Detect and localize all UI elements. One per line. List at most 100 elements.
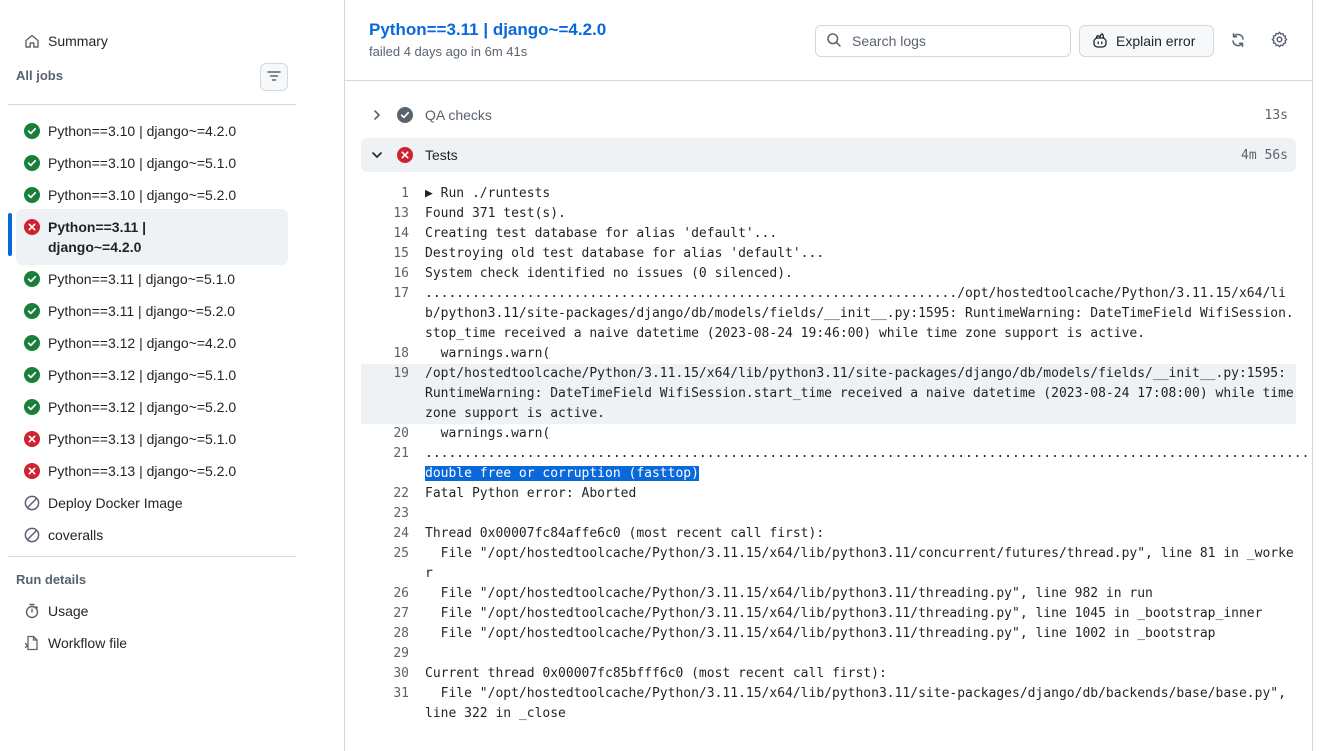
refresh-icon (1230, 32, 1246, 51)
line-number[interactable]: 30 (361, 664, 409, 684)
line-number[interactable]: 20 (361, 424, 409, 444)
check-circle-icon (24, 123, 40, 139)
check-circle-icon (397, 107, 413, 123)
job-item[interactable]: Python==3.13 | django~=5.2.0 (16, 453, 288, 489)
job-item[interactable]: coveralls (16, 517, 288, 553)
job-label: Python==3.12 | django~=5.2.0 (48, 399, 237, 415)
line-number[interactable]: 28 (361, 624, 409, 644)
job-item[interactable]: Python==3.10 | django~=5.2.0 (16, 177, 288, 213)
log-line: 27 File "/opt/hostedtoolcache/Python/3.1… (361, 604, 1296, 624)
line-number[interactable]: 21 (361, 444, 409, 484)
page-title[interactable]: Python==3.11 | django~=4.2.0 (369, 20, 606, 40)
log-panel: QA checks 13s Tests 4m 56s 1 ▶ Run ./runt… (345, 81, 1313, 751)
step-duration: 4m 56s (1241, 147, 1288, 163)
x-circle-icon (397, 147, 413, 163)
check-circle-icon (24, 303, 40, 319)
x-circle-icon (24, 431, 40, 447)
gear-icon (1271, 31, 1288, 51)
sidebar-item-summary[interactable]: Summary (16, 25, 288, 57)
line-number[interactable]: 24 (361, 524, 409, 544)
step-label: QA checks (425, 107, 492, 123)
line-number[interactable]: 17 (361, 284, 409, 344)
job-status-text: failed 4 days ago in 6m 41s (369, 44, 528, 59)
log-text: Current thread 0x00007fc85bfff6c0 (most … (409, 664, 1296, 684)
log-text-content: File "/opt/hostedtoolcache/Python/3.11.1… (425, 686, 1294, 721)
step-tests[interactable]: Tests 4m 56s (361, 138, 1296, 172)
line-number[interactable]: 14 (361, 224, 409, 244)
line-number[interactable]: 23 (361, 504, 409, 524)
log-line: 29 (361, 644, 1296, 664)
log-text: /opt/hostedtoolcache/Python/3.11.15/x64/… (409, 364, 1296, 424)
run-details-heading: Run details (16, 572, 87, 587)
job-label: coveralls (48, 527, 104, 543)
chevron-right-icon (369, 109, 385, 121)
log-line: 13 Found 371 test(s). (361, 204, 1296, 224)
line-number[interactable]: 22 (361, 484, 409, 504)
sidebar-item-workflow-file[interactable]: Workflow file (16, 627, 288, 659)
job-label: Python==3.10 | django~=4.2.0 (48, 123, 237, 139)
job-item[interactable]: Python==3.11 | django~=4.2.0 (16, 209, 288, 265)
line-number[interactable]: 1 (361, 184, 409, 204)
selected-text: double free or corruption (fasttop) (425, 466, 699, 481)
log-text-content: Fatal Python error: Aborted (425, 486, 637, 501)
explain-error-button[interactable]: Explain error (1079, 25, 1214, 57)
log-text-content: warnings.warn( (425, 346, 551, 361)
search-logs-input[interactable] (852, 33, 1052, 49)
log-text-content: ▶ Run ./runtests (425, 186, 551, 201)
sidebar-item-label: Summary (48, 33, 108, 49)
line-number[interactable]: 13 (361, 204, 409, 224)
job-label: Python==3.10 | django~=5.1.0 (48, 155, 237, 171)
job-item[interactable]: Python==3.13 | django~=5.1.0 (16, 421, 288, 457)
check-circle-icon (24, 335, 40, 351)
log-line: 28 File "/opt/hostedtoolcache/Python/3.1… (361, 624, 1296, 644)
sidebar-item-label: Workflow file (48, 635, 128, 651)
x-circle-icon (24, 463, 40, 479)
job-item[interactable]: Python==3.11 | django~=5.2.0 (16, 293, 288, 329)
job-label: Python==3.12 | django~=4.2.0 (48, 335, 237, 351)
line-number[interactable]: 29 (361, 644, 409, 664)
log-line: 25 File "/opt/hostedtoolcache/Python/3.1… (361, 544, 1296, 584)
job-header: Python==3.11 | django~=4.2.0 failed 4 da… (345, 0, 1313, 81)
step-qa-checks[interactable]: QA checks 13s (361, 98, 1296, 132)
line-number[interactable]: 26 (361, 584, 409, 604)
job-label: Python==3.13 | django~=5.1.0 (48, 431, 237, 447)
x-circle-icon (24, 219, 40, 235)
settings-button[interactable] (1267, 29, 1291, 53)
line-number[interactable]: 19 (361, 364, 409, 424)
job-item[interactable]: Python==3.12 | django~=5.1.0 (16, 357, 288, 393)
refresh-button[interactable] (1226, 29, 1250, 53)
job-item[interactable]: Deploy Docker Image (16, 485, 288, 521)
job-item[interactable]: Python==3.12 | django~=4.2.0 (16, 325, 288, 361)
log-text: warnings.warn( (409, 344, 1296, 364)
log-text-content: ........................................… (425, 286, 1294, 341)
job-label: Python==3.11 | django~=5.1.0 (48, 271, 236, 287)
job-item[interactable]: Python==3.12 | django~=5.2.0 (16, 389, 288, 425)
line-number[interactable]: 25 (361, 544, 409, 584)
line-number[interactable]: 31 (361, 684, 409, 724)
job-item[interactable]: Python==3.11 | django~=5.1.0 (16, 261, 288, 297)
jobs-sidebar: Summary All jobs Python==3.10 | django~=… (0, 0, 345, 751)
log-text: File "/opt/hostedtoolcache/Python/3.11.1… (409, 684, 1296, 724)
job-label: Deploy Docker Image (48, 495, 183, 511)
log-text: ▶ Run ./runtests (409, 184, 1296, 204)
log-text-content: File "/opt/hostedtoolcache/Python/3.11.1… (425, 546, 1294, 581)
line-number[interactable]: 16 (361, 264, 409, 284)
line-number[interactable]: 18 (361, 344, 409, 364)
log-line: 18 warnings.warn( (361, 344, 1296, 364)
log-text: ........................................… (409, 284, 1296, 344)
job-item[interactable]: Python==3.10 | django~=5.1.0 (16, 145, 288, 181)
log-line: 14 Creating test database for alias 'defa… (361, 224, 1296, 244)
stopwatch-icon (24, 603, 40, 619)
divider (1312, 0, 1313, 751)
line-number[interactable]: 15 (361, 244, 409, 264)
filter-button[interactable] (260, 63, 288, 91)
log-output: 1 ▶ Run ./runtests 13 Found 371 test(s). 14 C… (361, 184, 1313, 724)
log-text: warnings.warn( (409, 424, 1296, 444)
line-number[interactable]: 27 (361, 604, 409, 624)
sidebar-item-usage[interactable]: Usage (16, 595, 288, 627)
workflow-file-icon (24, 635, 40, 651)
job-item[interactable]: Python==3.10 | django~=4.2.0 (16, 113, 288, 149)
skip-icon (24, 527, 40, 543)
search-logs-field[interactable] (815, 25, 1071, 57)
